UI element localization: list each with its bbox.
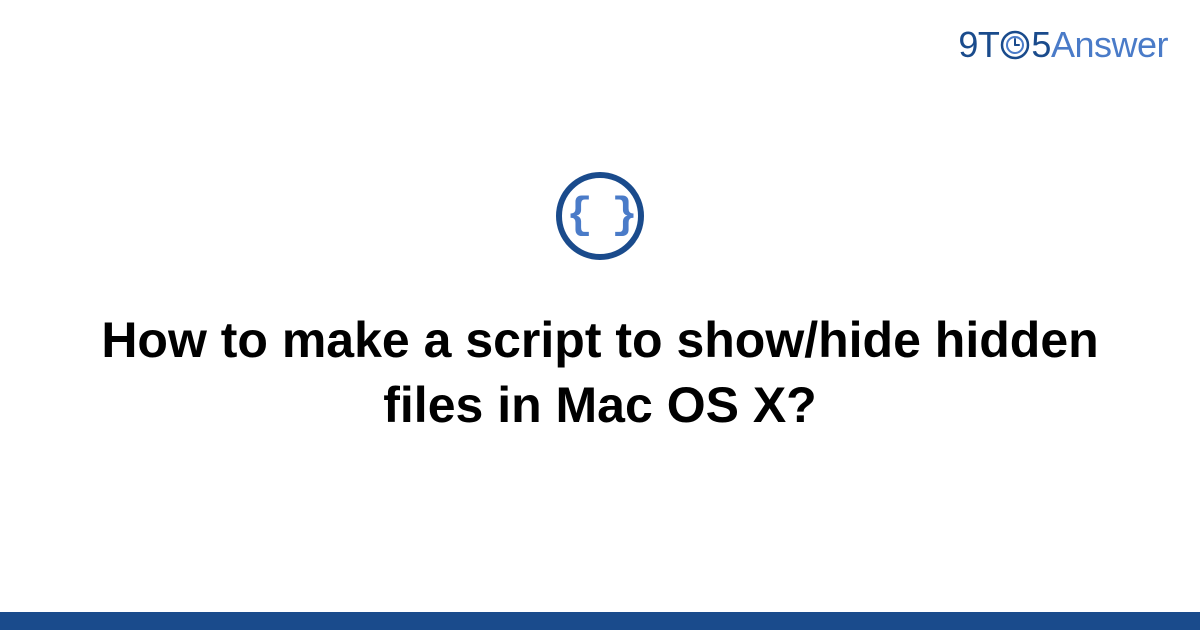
code-braces-icon: { } bbox=[556, 172, 644, 260]
footer-bar bbox=[0, 612, 1200, 630]
category-icon-wrapper: { } bbox=[556, 172, 644, 260]
question-title: How to make a script to show/hide hidden… bbox=[100, 308, 1100, 438]
main-content: { } How to make a script to show/hide hi… bbox=[0, 0, 1200, 630]
